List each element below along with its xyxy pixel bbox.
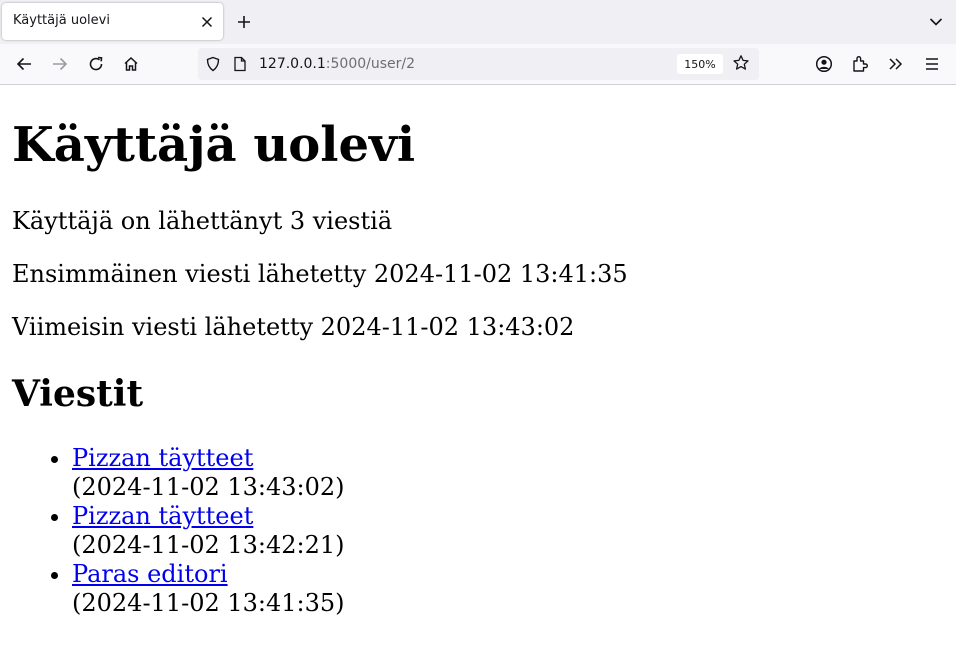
nav-toolbar: 127.0.0.1:5000/user/2 150% [0,44,956,85]
close-tab-icon[interactable] [197,12,217,32]
back-icon[interactable] [12,52,36,76]
new-tab-icon[interactable] [233,11,255,33]
post-timestamp: (2024-11-02 13:42:21) [72,531,345,559]
extensions-icon[interactable] [848,52,872,76]
bookmark-star-icon[interactable] [732,54,750,76]
tab-strip: Käyttäjä uolevi [0,0,956,44]
more-tools-icon[interactable] [884,52,908,76]
post-link[interactable]: Pizzan täytteet [72,502,253,530]
reload-icon[interactable] [84,52,108,76]
post-timestamp: (2024-11-02 13:43:02) [72,473,345,501]
post-count-text: Käyttäjä on lähettänyt 3 viestiä [12,207,393,235]
post-timestamp: (2024-11-02 13:41:35) [72,589,345,617]
app-menu-icon[interactable] [920,52,944,76]
last-post-text: Viimeisin viesti lähetetty 2024-11-02 13… [12,313,575,341]
url-host: 127.0.0.1 [259,56,326,72]
post-link[interactable]: Pizzan täytteet [72,444,253,472]
list-all-tabs-icon[interactable] [925,11,947,33]
first-post-text: Ensimmäinen viesti lähetetty 2024-11-02 … [12,260,628,288]
page-content: Käyttäjä uolevi Käyttäjä on lähettänyt 3… [0,85,956,656]
home-icon[interactable] [119,52,143,76]
tracking-protection-shield-icon[interactable] [205,56,221,76]
post-link[interactable]: Paras editori [72,560,228,588]
list-item: Paras editori (2024-11-02 13:41:35) [72,560,345,618]
tab-title: Käyttäjä uolevi [13,13,110,28]
account-icon[interactable] [812,52,836,76]
page-title: Käyttäjä uolevi [12,117,416,173]
zoom-indicator[interactable]: 150% [677,54,723,74]
posts-list: Pizzan täytteet (2024-11-02 13:43:02) Pi… [0,444,345,618]
address-bar[interactable]: 127.0.0.1:5000/user/2 150% [198,48,759,80]
forward-icon[interactable] [48,52,72,76]
list-item: Pizzan täytteet (2024-11-02 13:43:02) [72,444,345,502]
posts-heading: Viestit [12,373,144,415]
active-tab[interactable]: Käyttäjä uolevi [2,3,223,40]
page-info-icon[interactable] [233,56,247,76]
list-item: Pizzan täytteet (2024-11-02 13:42:21) [72,502,345,560]
url-path: :5000/user/2 [325,56,416,72]
url-text[interactable]: 127.0.0.1:5000/user/2 [259,56,415,72]
